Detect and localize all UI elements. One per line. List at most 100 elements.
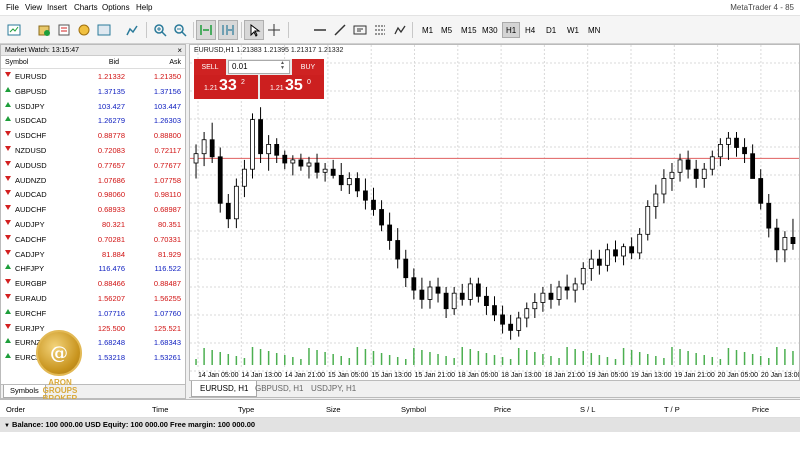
- menu-view[interactable]: View: [25, 3, 42, 12]
- zoom-out-icon[interactable]: [170, 20, 190, 40]
- list-item[interactable]: AUDJPY 80.321 80.351: [1, 217, 185, 232]
- ask-value: 1.56255: [153, 293, 181, 303]
- buy-price-box[interactable]: 1.21 35 0: [260, 75, 324, 99]
- timeframe-mn[interactable]: MN: [585, 22, 603, 38]
- arrow-down-icon: [5, 219, 11, 225]
- col-bid[interactable]: Bid: [109, 59, 119, 66]
- list-item[interactable]: NZDUSD 0.72083 0.72117: [1, 143, 185, 158]
- timeframe-m30[interactable]: M30: [479, 22, 501, 38]
- timeframe-m15[interactable]: M15: [458, 22, 480, 38]
- timeframe-m1[interactable]: M1: [419, 22, 436, 38]
- sell-button[interactable]: SELL: [194, 59, 226, 75]
- list-item[interactable]: EURGBP 0.88466 0.88487: [1, 276, 185, 291]
- arrow-down-icon: [5, 205, 11, 211]
- indicator-icon[interactable]: [390, 20, 410, 40]
- timeframe-w1[interactable]: W1: [564, 22, 582, 38]
- terminal-icon[interactable]: [94, 20, 114, 40]
- timeframe-h4[interactable]: H4: [522, 22, 538, 38]
- candle-body: [677, 159, 683, 173]
- lot-spinner-icon[interactable]: ▲ ▼: [280, 61, 285, 71]
- data-window-icon[interactable]: [122, 20, 142, 40]
- navigator-icon[interactable]: [74, 20, 94, 40]
- market-watch-icon[interactable]: [54, 20, 74, 40]
- list-item[interactable]: AUDCHF 0.68933 0.68987: [1, 202, 185, 217]
- tab-usdjpy-h1[interactable]: USDJPY, H1: [303, 381, 364, 397]
- menu-help[interactable]: Help: [136, 3, 152, 12]
- close-icon[interactable]: ×: [177, 45, 182, 56]
- list-item[interactable]: AUDNZD 1.07686 1.07758: [1, 173, 185, 188]
- collapse-icon[interactable]: ▼: [4, 423, 10, 429]
- menu-file[interactable]: File: [6, 3, 19, 12]
- list-item[interactable]: GBPUSD 1.37135 1.37156: [1, 84, 185, 99]
- tab-gbpusd-h1[interactable]: GBPUSD, H1: [247, 381, 311, 397]
- timeframe-h1[interactable]: H1: [502, 22, 521, 38]
- col-type[interactable]: Type: [238, 405, 254, 414]
- menu-charts[interactable]: Charts: [74, 3, 98, 12]
- zoom-in-icon[interactable]: [150, 20, 170, 40]
- col-order[interactable]: Order: [6, 405, 25, 414]
- col-size[interactable]: Size: [326, 405, 341, 414]
- col-price-current[interactable]: Price: [752, 405, 769, 414]
- ask-value: 1.37156: [153, 86, 181, 96]
- list-item[interactable]: EURAUD 1.56207 1.56255: [1, 291, 185, 306]
- candle-body: [201, 139, 207, 155]
- bid-value: 1.56207: [97, 293, 125, 303]
- buy-button[interactable]: BUY: [292, 59, 324, 75]
- list-item[interactable]: EURNZD 1.68248 1.68343: [1, 335, 185, 350]
- bid-value: 1.21332: [97, 72, 125, 81]
- arrow-down-icon: [5, 234, 11, 240]
- tile-windows-icon[interactable]: [196, 20, 216, 40]
- col-tp[interactable]: T / P: [664, 405, 680, 414]
- menu-insert[interactable]: Insert: [47, 3, 67, 12]
- menu-options[interactable]: Options: [102, 3, 130, 12]
- candle-body: [790, 236, 796, 244]
- arrow-up-icon: [5, 86, 11, 92]
- bid-value: 103.427: [97, 101, 125, 111]
- new-chart-icon[interactable]: [4, 20, 24, 40]
- candle-body: [411, 277, 417, 291]
- symbol-name: EURGBP: [15, 279, 47, 289]
- buy-price-prefix: 1.21: [270, 85, 284, 92]
- arrow-up-icon: [5, 353, 11, 359]
- list-item[interactable]: USDJPY 103.427 103.447: [1, 99, 185, 114]
- col-symbol[interactable]: Symbol: [5, 59, 28, 66]
- list-item[interactable]: EURCHF 1.07716 1.07760: [1, 306, 185, 321]
- cursor-icon[interactable]: [244, 20, 264, 40]
- bid-value: 125.500: [97, 323, 125, 333]
- chart-window[interactable]: 14 Jan 05:00 14 Jan 13:00 14 Jan 21:00 15 J…: [189, 44, 800, 381]
- list-item[interactable]: EURJPY 125.500 125.521: [1, 321, 185, 336]
- list-item[interactable]: CADCHF 0.70281 0.70331: [1, 232, 185, 247]
- timeframe-d1[interactable]: D1: [543, 22, 559, 38]
- list-item[interactable]: USDCAD 1.26279 1.26303: [1, 113, 185, 128]
- auto-scroll-icon[interactable]: [218, 20, 238, 40]
- list-item[interactable]: EURUSD 1.21332 1.21350: [1, 69, 185, 84]
- ask-value: 1.68343: [153, 338, 181, 348]
- list-item[interactable]: AUDUSD 0.77657 0.77677: [1, 158, 185, 173]
- list-item[interactable]: CADJPY 81.884 81.929: [1, 247, 185, 262]
- col-sl[interactable]: S / L: [580, 405, 595, 414]
- ask-value: 0.72117: [154, 145, 181, 155]
- timeframe-m5[interactable]: M5: [438, 22, 455, 38]
- col-time[interactable]: Time: [152, 405, 168, 414]
- col-ask[interactable]: Ask: [169, 59, 181, 66]
- candle-body: [209, 139, 215, 158]
- fibonacci-icon[interactable]: [370, 20, 390, 40]
- col-price[interactable]: Price: [494, 405, 511, 414]
- list-item[interactable]: CHFJPY 116.476 116.522: [1, 261, 185, 276]
- crosshair-icon[interactable]: [264, 20, 284, 40]
- profiles-icon[interactable]: [34, 20, 54, 40]
- trendline-icon[interactable]: [330, 20, 350, 40]
- sell-price-box[interactable]: 1.21 33 2: [194, 75, 258, 99]
- arrow-up-icon: [5, 308, 11, 314]
- list-item[interactable]: EURCAD 1.53218 1.53261: [1, 350, 185, 365]
- text-label-icon[interactable]: [350, 20, 370, 40]
- col-symbol[interactable]: Symbol: [401, 405, 426, 414]
- list-item[interactable]: USDCHF 0.88778 0.88800: [1, 128, 185, 143]
- horizontal-line-icon[interactable]: [310, 20, 330, 40]
- candle-body: [709, 156, 715, 170]
- ask-value: 103.447: [153, 101, 181, 111]
- x-tick-label: 14 Jan 05:00: [198, 372, 239, 379]
- candle-body: [669, 171, 675, 179]
- list-item[interactable]: AUDCAD 0.98060 0.98110: [1, 187, 185, 202]
- buy-price-point: 0: [307, 79, 311, 86]
